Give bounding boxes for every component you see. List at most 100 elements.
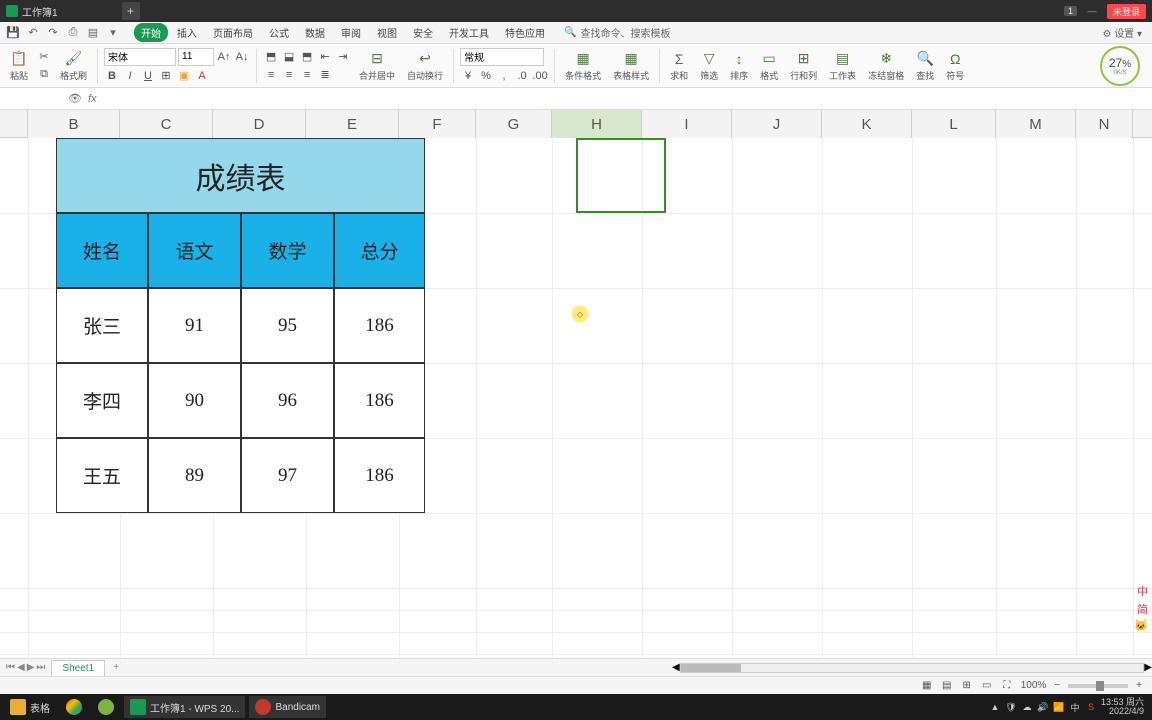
col-header-I[interactable]: I <box>642 110 732 138</box>
indent-left-icon[interactable]: ⇤ <box>317 49 333 65</box>
table-cell[interactable]: 95 <box>241 288 334 363</box>
sheet-last-icon[interactable]: ⏭ <box>36 662 45 673</box>
taskbar-browser[interactable] <box>92 696 120 718</box>
col-header-D[interactable]: D <box>213 110 306 138</box>
tab-start[interactable]: 开始 <box>134 23 168 42</box>
taskbar-wps[interactable]: 工作簿1 - WPS 20... <box>124 696 245 718</box>
view-page-icon[interactable]: ▤ <box>941 680 953 692</box>
fill-color-button[interactable]: ▣ <box>176 68 192 84</box>
zoom-knob[interactable] <box>1096 681 1104 691</box>
conditional-format-button[interactable]: ▦条件格式 <box>561 48 605 84</box>
table-cell[interactable]: 李四 <box>56 363 148 438</box>
view-read-icon[interactable]: ▭ <box>981 680 993 692</box>
tab-insert[interactable]: 插入 <box>170 23 204 42</box>
align-middle-icon[interactable]: ⬓ <box>281 49 297 65</box>
table-cell[interactable]: 89 <box>148 438 241 513</box>
format-painter[interactable]: 🖌 格式刷 <box>56 48 91 84</box>
tab-special[interactable]: 特色应用 <box>498 23 552 42</box>
find-button[interactable]: 🔍查找 <box>912 48 938 84</box>
view-break-icon[interactable]: ⊞ <box>961 680 973 692</box>
col-header-N[interactable]: N <box>1076 110 1133 138</box>
new-tab-button[interactable]: + <box>122 2 140 20</box>
tray-ime-icon[interactable]: 中 <box>1069 701 1081 713</box>
sheet-next-icon[interactable]: ▶ <box>27 662 35 673</box>
tray-volume-icon[interactable]: 🔊 <box>1037 701 1049 713</box>
table-title-cell[interactable]: 成绩表 <box>56 138 425 213</box>
increase-font-icon[interactable]: A↑ <box>216 49 232 65</box>
taskbar-start[interactable]: 表格 <box>4 696 56 718</box>
format-button[interactable]: ▭格式 <box>756 48 782 84</box>
tray-cloud-icon[interactable]: ☁ <box>1021 701 1033 713</box>
sheet-tab-active[interactable]: Sheet1 <box>51 660 105 676</box>
select-all-corner[interactable] <box>0 110 28 137</box>
merge-center-button[interactable]: ⊟ 合并居中 <box>355 48 399 84</box>
col-header-J[interactable]: J <box>732 110 822 138</box>
border-button[interactable]: ⊞ <box>158 68 174 84</box>
taskbar-chrome[interactable] <box>60 696 88 718</box>
scroll-thumb[interactable] <box>681 664 741 672</box>
fx-label[interactable]: fx <box>88 93 97 105</box>
tab-layout[interactable]: 页面布局 <box>206 23 260 42</box>
table-header-cell[interactable]: 数学 <box>241 213 334 288</box>
sheet-prev-icon[interactable]: ◀ <box>17 662 25 673</box>
redo-icon[interactable]: ↷ <box>46 26 60 40</box>
view-normal-icon[interactable]: ▦ <box>921 680 933 692</box>
align-bottom-icon[interactable]: ⬒ <box>299 49 315 65</box>
col-header-G[interactable]: G <box>476 110 552 138</box>
copy-icon[interactable]: ⧉ <box>36 67 52 83</box>
col-header-H[interactable]: H <box>552 110 642 138</box>
symbol-button[interactable]: Ω符号 <box>942 48 968 84</box>
zoom-level[interactable]: 100% <box>1021 680 1047 691</box>
horizontal-scrollbar[interactable]: ◀ ▶ <box>672 662 1152 674</box>
align-left-icon[interactable]: ≡ <box>263 67 279 83</box>
undo-icon[interactable]: ↶ <box>26 26 40 40</box>
align-top-icon[interactable]: ⬒ <box>263 49 279 65</box>
currency-icon[interactable]: ¥ <box>460 68 476 84</box>
scroll-left-icon[interactable]: ◀ <box>672 662 680 673</box>
formula-input[interactable] <box>105 91 1146 107</box>
qat-more-icon[interactable]: ▾ <box>106 26 120 40</box>
sheet-first-icon[interactable]: ⏮ <box>6 662 15 673</box>
tab-formula[interactable]: 公式 <box>262 23 296 42</box>
tray-shield-icon[interactable]: 🛡 <box>1005 701 1017 713</box>
col-header-M[interactable]: M <box>996 110 1076 138</box>
col-header-B[interactable]: B <box>28 110 120 138</box>
col-header-E[interactable]: E <box>306 110 399 138</box>
align-right-icon[interactable]: ≡ <box>299 67 315 83</box>
comma-icon[interactable]: , <box>496 68 512 84</box>
fx-icon[interactable]: 👁 <box>68 92 82 105</box>
zoom-in-icon[interactable]: + <box>1136 680 1142 691</box>
table-cell[interactable]: 186 <box>334 363 425 438</box>
sum-button[interactable]: Σ求和 <box>666 48 692 84</box>
font-size-select[interactable] <box>178 48 214 66</box>
font-select[interactable] <box>104 48 176 66</box>
table-cell[interactable]: 张三 <box>56 288 148 363</box>
table-style-button[interactable]: ▦表格样式 <box>609 48 653 84</box>
save-icon[interactable]: 💾 <box>6 26 20 40</box>
percent-icon[interactable]: % <box>478 68 494 84</box>
sort-button[interactable]: ↕排序 <box>726 48 752 84</box>
table-cell[interactable]: 96 <box>241 363 334 438</box>
auto-wrap-button[interactable]: ↩ 自动换行 <box>403 48 447 84</box>
table-cell[interactable]: 90 <box>148 363 241 438</box>
col-header-F[interactable]: F <box>399 110 476 138</box>
taskbar-bandicam[interactable]: Bandicam <box>249 696 325 718</box>
table-cell[interactable]: 91 <box>148 288 241 363</box>
preview-icon[interactable]: ▤ <box>86 26 100 40</box>
zoom-slider[interactable] <box>1068 684 1128 688</box>
tab-data[interactable]: 数据 <box>298 23 332 42</box>
decrease-font-icon[interactable]: A↓ <box>234 49 250 65</box>
col-header-K[interactable]: K <box>822 110 912 138</box>
table-cell[interactable]: 97 <box>241 438 334 513</box>
paste-button[interactable]: 📋 粘贴 <box>6 48 32 84</box>
fullscreen-icon[interactable]: ⛶ <box>1001 680 1013 692</box>
tray-up-icon[interactable]: ▲ <box>989 701 1001 713</box>
cut-icon[interactable]: ✂ <box>36 49 52 65</box>
minimize-icon[interactable]: — <box>1085 4 1099 18</box>
scroll-right-icon[interactable]: ▶ <box>1144 662 1152 673</box>
freeze-button[interactable]: ❄冻结窗格 <box>864 48 908 84</box>
table-header-cell[interactable]: 姓名 <box>56 213 148 288</box>
add-sheet-button[interactable]: + <box>109 661 123 675</box>
ribbon-settings[interactable]: ⚙ 设置 ▾ <box>1102 25 1152 40</box>
command-search[interactable]: 🔍 查找命令、搜索模板 <box>564 25 670 40</box>
